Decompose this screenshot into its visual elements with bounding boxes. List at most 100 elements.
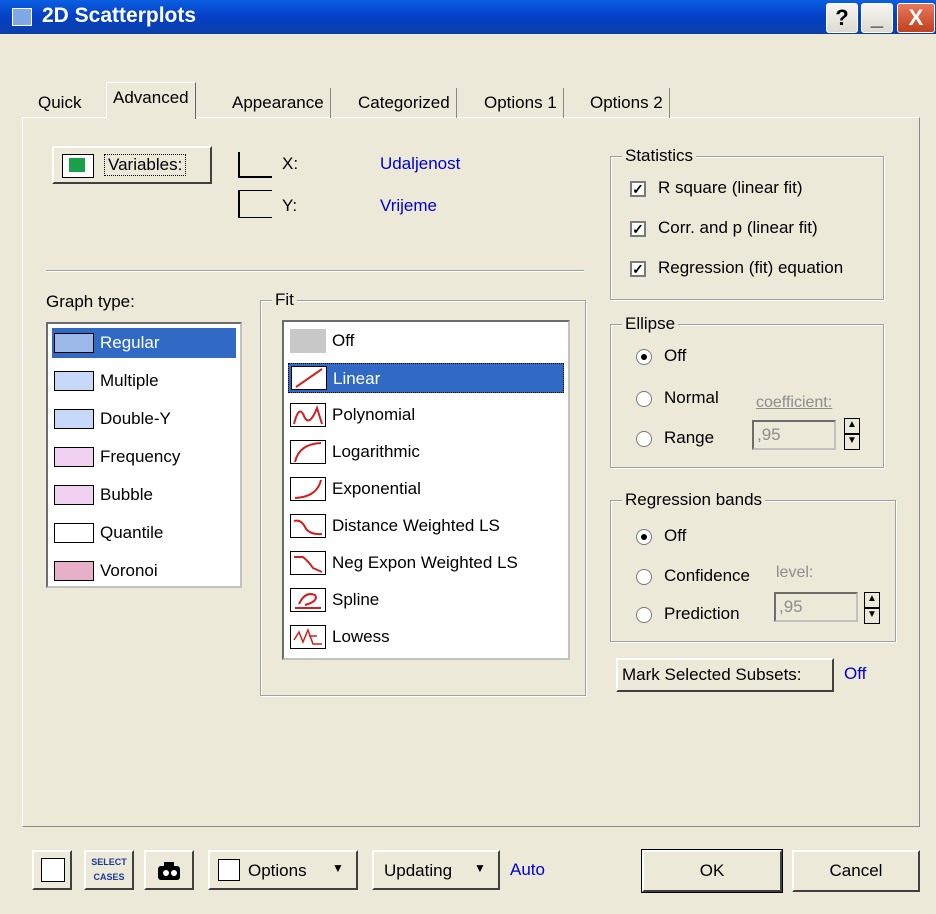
variables-button[interactable]: Variables: xyxy=(52,146,212,184)
options-button[interactable]: Options ▼ xyxy=(208,850,358,890)
checkbox-label: Corr. and p (linear fit) xyxy=(658,218,818,237)
radio-label: Normal xyxy=(664,388,719,407)
list-item-label: Distance Weighted LS xyxy=(332,516,500,535)
graph-type-list[interactable]: Regular Multiple Double-Y Frequency Bubb… xyxy=(46,322,242,588)
list-item[interactable]: Off xyxy=(288,326,564,356)
x-label: X: xyxy=(282,154,299,173)
scatter-voronoi-icon xyxy=(54,561,94,581)
radio-label: Off xyxy=(664,346,687,365)
app-icon xyxy=(12,8,32,26)
minimize-button[interactable]: _ xyxy=(861,3,893,33)
fit-label: Fit xyxy=(272,290,297,310)
list-item-label: Polynomial xyxy=(332,405,416,424)
fit-distance-weighted-icon xyxy=(290,514,326,538)
list-item[interactable]: Exponential xyxy=(288,474,564,504)
tab-quick[interactable]: Quick xyxy=(32,88,87,118)
list-item-label: Spline xyxy=(332,590,380,609)
list-item-label: Frequency xyxy=(100,447,181,466)
list-item[interactable]: Double-Y xyxy=(52,404,236,434)
regression-bands-label: Regression bands xyxy=(622,490,766,510)
radio-label: Off xyxy=(664,526,687,545)
list-item-label: Double-Y xyxy=(100,409,171,428)
cancel-button[interactable]: Cancel xyxy=(792,850,920,892)
graph-window-button[interactable] xyxy=(32,850,72,890)
list-item[interactable]: Polynomial xyxy=(288,400,564,430)
radio-label: Prediction xyxy=(664,604,740,623)
options-icon xyxy=(218,859,240,881)
fit-polynomial-icon xyxy=(290,403,326,427)
x-axis-icon xyxy=(238,152,272,178)
tab-advanced[interactable]: Advanced xyxy=(106,82,196,119)
checkbox[interactable]: ✓ xyxy=(630,261,646,277)
select-cases-button[interactable]: SELECT CASES xyxy=(84,850,134,890)
help-button[interactable]: ? xyxy=(826,3,858,33)
list-item[interactable]: Multiple xyxy=(52,366,236,396)
camera-button[interactable] xyxy=(144,850,194,890)
list-item-label: Bubble xyxy=(100,485,153,504)
checkbox[interactable]: ✓ xyxy=(630,181,646,197)
list-item-label: Linear xyxy=(333,369,381,388)
coefficient-field[interactable]: ,95 xyxy=(752,420,836,450)
list-item-label: Exponential xyxy=(332,479,421,498)
mark-subsets-value: Off xyxy=(844,664,867,683)
chevron-down-icon: ▼ xyxy=(332,861,344,875)
close-button[interactable]: X xyxy=(897,3,935,33)
tab-appearance[interactable]: Appearance xyxy=(226,88,331,118)
y-variable-value: Vrijeme xyxy=(380,196,437,215)
scatter-bubble-icon xyxy=(54,485,94,505)
list-item-label: Lowess xyxy=(332,627,390,646)
radio-button[interactable] xyxy=(636,431,652,447)
fit-off-icon xyxy=(290,329,326,353)
fit-neg-expon-icon xyxy=(290,551,326,575)
checkbox[interactable]: ✓ xyxy=(630,221,646,237)
radio-button[interactable] xyxy=(636,569,652,585)
list-item[interactable]: Linear xyxy=(288,363,564,393)
variables-label: Variables: xyxy=(104,154,187,176)
list-item[interactable]: Voronoi xyxy=(52,556,236,586)
fit-exponential-icon xyxy=(290,477,326,501)
list-item-label: Logarithmic xyxy=(332,442,420,461)
scatter-double-y-icon xyxy=(54,409,94,429)
list-item-label: Off xyxy=(332,331,355,350)
updating-button[interactable]: Updating ▼ xyxy=(372,850,500,890)
coefficient-spin-down[interactable]: ▼ xyxy=(844,434,860,450)
fit-spline-icon xyxy=(290,588,326,612)
updating-value: Auto xyxy=(510,860,545,879)
list-item[interactable]: Spline xyxy=(288,585,564,615)
coefficient-spin-up[interactable]: ▲ xyxy=(844,418,860,434)
tab-categorized[interactable]: Categorized xyxy=(352,88,457,118)
ok-button[interactable]: OK xyxy=(641,849,783,893)
checkbox-label: Regression (fit) equation xyxy=(658,258,844,277)
fit-list[interactable]: Off Linear Polynomial Logarithmic Expone… xyxy=(282,320,570,660)
list-item[interactable]: Regular xyxy=(52,328,236,358)
variables-icon xyxy=(62,154,94,178)
level-spin-up[interactable]: ▲ xyxy=(864,592,880,608)
level-field[interactable]: ,95 xyxy=(774,592,858,622)
graph-window-icon xyxy=(41,858,65,882)
tab-options-2[interactable]: Options 2 xyxy=(584,88,670,118)
list-item-label: Regular xyxy=(100,333,160,352)
y-label: Y: xyxy=(282,196,298,215)
graph-type-label: Graph type: xyxy=(46,292,135,311)
list-item-label: Neg Expon Weighted LS xyxy=(332,553,518,572)
scatter-quantile-icon xyxy=(54,523,94,543)
list-item[interactable]: Frequency xyxy=(52,442,236,472)
fit-linear-icon xyxy=(291,366,327,390)
radio-button[interactable] xyxy=(636,391,652,407)
level-spin-down[interactable]: ▼ xyxy=(864,608,880,624)
list-item-label: Voronoi xyxy=(100,561,158,580)
radio-button[interactable] xyxy=(636,529,652,545)
title-bar[interactable]: 2D Scatterplots ? _ X xyxy=(0,0,936,34)
fit-lowess-icon xyxy=(290,625,326,649)
updating-label: Updating xyxy=(384,861,453,880)
list-item[interactable]: Bubble xyxy=(52,480,236,510)
radio-button[interactable] xyxy=(636,349,652,365)
tab-options-1[interactable]: Options 1 xyxy=(478,88,564,118)
list-item[interactable]: Logarithmic xyxy=(288,437,564,467)
list-item[interactable]: Distance Weighted LS xyxy=(288,511,564,541)
list-item[interactable]: Quantile xyxy=(52,518,236,548)
radio-button[interactable] xyxy=(636,607,652,623)
list-item[interactable]: Neg Expon Weighted LS xyxy=(288,548,564,578)
mark-selected-subsets-button[interactable]: Mark Selected Subsets: xyxy=(616,658,834,692)
list-item[interactable]: Lowess xyxy=(288,622,564,652)
